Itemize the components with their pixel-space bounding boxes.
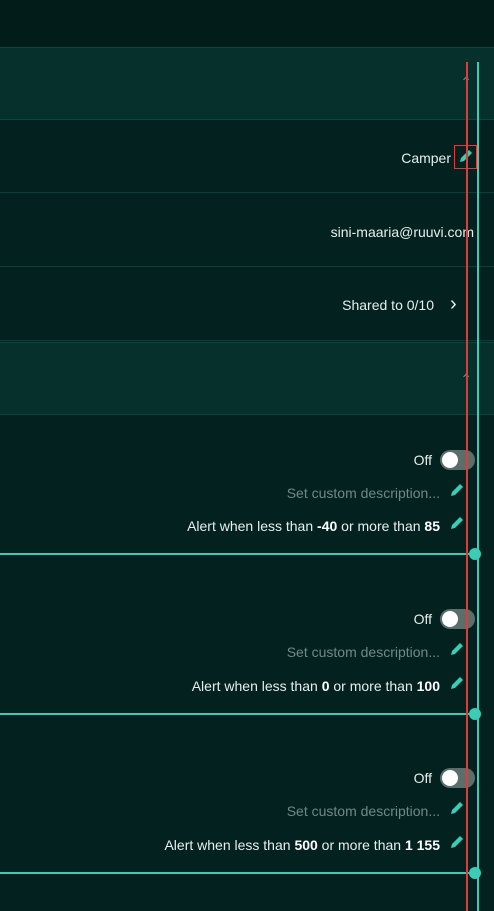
sensor-name-value: Camper [401, 150, 451, 166]
alert-state-label: Off [413, 452, 432, 468]
edit-description-pencil-icon[interactable] [449, 482, 465, 498]
alert-range-slider-handle[interactable] [469, 867, 481, 879]
toggle-knob [442, 611, 458, 627]
alert-toggle[interactable] [440, 450, 475, 470]
debug-guide-red [466, 62, 468, 911]
chevron-right-icon[interactable]: › [450, 293, 457, 316]
alerts-section-header[interactable]: ⌃ [0, 342, 494, 415]
edit-range-pencil-icon[interactable] [449, 834, 465, 850]
alert-range-slider[interactable] [0, 872, 476, 874]
alert-max-value: 85 [424, 518, 440, 534]
alert-description-placeholder[interactable]: Set custom description... [287, 485, 440, 501]
alert-range-text: Alert when less than 0 or more than 100 [191, 678, 440, 694]
owner-email: sini-maaria@ruuvi.com [330, 224, 474, 240]
alert-toggle[interactable] [440, 768, 475, 788]
edit-range-pencil-icon[interactable] [449, 515, 465, 531]
toggle-knob [442, 770, 458, 786]
alert-temperature: Off Set custom description... Alert when… [0, 415, 494, 560]
share-row[interactable]: Shared to 0/10 › [0, 268, 494, 341]
alert-description-placeholder[interactable]: Set custom description... [287, 803, 440, 819]
alert-range-text: Alert when less than -40 or more than 85 [187, 518, 440, 534]
share-status: Shared to 0/10 [342, 297, 434, 313]
alert-range-slider[interactable] [0, 713, 476, 715]
alert-pressure: Off Set custom description... Alert when… [0, 733, 494, 879]
alert-max-value: 100 [416, 678, 440, 694]
edit-description-pencil-icon[interactable] [449, 641, 465, 657]
edit-description-pencil-icon[interactable] [449, 800, 465, 816]
owner-row: sini-maaria@ruuvi.com [0, 194, 494, 267]
toggle-knob [442, 452, 458, 468]
alert-max-value: 1 155 [404, 837, 440, 853]
alert-range-slider-handle[interactable] [469, 708, 481, 720]
debug-guide-teal [477, 62, 479, 911]
alert-min-value: 500 [294, 837, 318, 853]
sensor-name-row[interactable]: Camper [0, 120, 494, 193]
general-section-header[interactable]: ⌃ [0, 47, 494, 120]
alert-range-slider-handle[interactable] [469, 548, 481, 560]
top-bar [0, 0, 494, 47]
alert-toggle[interactable] [440, 609, 475, 629]
edit-range-pencil-icon[interactable] [449, 675, 465, 691]
alert-description-placeholder[interactable]: Set custom description... [287, 644, 440, 660]
alert-humidity: Off Set custom description... Alert when… [0, 574, 494, 720]
alert-state-label: Off [413, 611, 432, 627]
alert-range-slider[interactable] [0, 553, 476, 555]
alert-range-text: Alert when less than 500 or more than 1 … [164, 837, 440, 853]
alert-state-label: Off [413, 770, 432, 786]
alert-min-value: -40 [317, 518, 338, 534]
